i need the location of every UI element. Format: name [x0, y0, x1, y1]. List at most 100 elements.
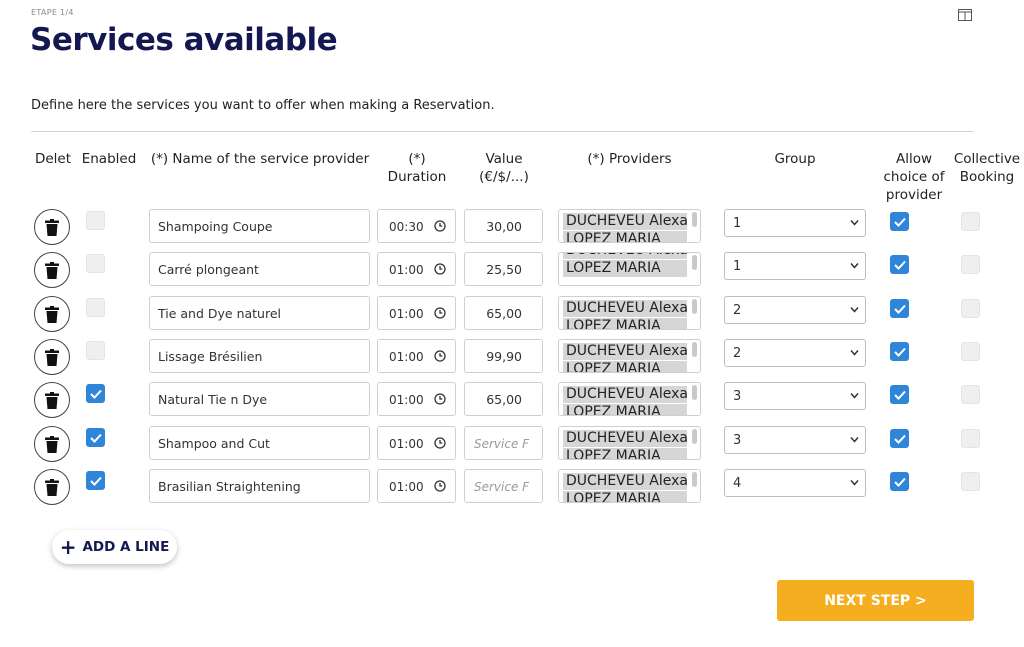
providers-multiselect[interactable]: DUCHEVEU AlexaLOPEZ MARIA: [558, 339, 701, 373]
delete-button[interactable]: [34, 209, 70, 245]
value-input[interactable]: 65,00: [464, 296, 543, 330]
delete-button[interactable]: [34, 382, 70, 418]
enabled-checkbox[interactable]: [86, 211, 105, 230]
providers-scrollbar[interactable]: [692, 429, 697, 444]
providers-scrollbar[interactable]: [692, 472, 697, 487]
provider-option[interactable]: DUCHEVEU Alexa: [563, 430, 687, 447]
duration-input[interactable]: 01:00: [377, 382, 456, 416]
collective-booking-checkbox[interactable]: [961, 342, 980, 361]
provider-option[interactable]: LOPEZ MARIA: [563, 260, 687, 277]
providers-scrollbar[interactable]: [692, 212, 697, 227]
group-select[interactable]: 1: [724, 252, 866, 280]
allow-choice-checkbox[interactable]: [890, 385, 909, 404]
value-input[interactable]: 30,00: [464, 209, 543, 243]
value-input[interactable]: 65,00: [464, 382, 543, 416]
allow-choice-checkbox[interactable]: [890, 342, 909, 361]
collective-booking-checkbox[interactable]: [961, 255, 980, 274]
provider-option[interactable]: LOPEZ MARIA: [563, 448, 687, 459]
group-select[interactable]: 2: [724, 296, 866, 324]
provider-option[interactable]: DUCHEVEU Alexa: [563, 473, 687, 490]
providers-multiselect[interactable]: DUCHEVEU AlexaLOPEZ MARIA: [558, 296, 701, 330]
providers-scrollbar[interactable]: [692, 385, 697, 400]
chevron-down-icon: [850, 263, 859, 269]
value-input[interactable]: Service F: [464, 426, 543, 460]
duration-input[interactable]: 01:00: [377, 469, 456, 503]
enabled-checkbox[interactable]: [86, 254, 105, 273]
check-icon: [893, 477, 906, 487]
collective-booking-checkbox[interactable]: [961, 299, 980, 318]
group-select[interactable]: 4: [724, 469, 866, 497]
divider: [31, 131, 974, 132]
duration-input[interactable]: 01:00: [377, 426, 456, 460]
enabled-checkbox[interactable]: [86, 471, 105, 490]
duration-value: 01:00: [389, 307, 424, 321]
service-name-input[interactable]: Shampoo and Cut: [149, 426, 370, 460]
group-select[interactable]: 1: [724, 209, 866, 237]
duration-input[interactable]: 01:00: [377, 339, 456, 373]
delete-button[interactable]: [34, 252, 70, 288]
enabled-checkbox[interactable]: [86, 428, 105, 447]
allow-choice-checkbox[interactable]: [890, 429, 909, 448]
group-select[interactable]: 3: [724, 426, 866, 454]
col-header-providers: (*) Providers: [587, 151, 672, 167]
provider-option[interactable]: DUCHEVEU Alexa: [563, 253, 687, 259]
provider-option[interactable]: LOPEZ MARIA: [563, 491, 687, 502]
delete-button[interactable]: [34, 426, 70, 462]
enabled-checkbox[interactable]: [86, 298, 105, 317]
service-name-input[interactable]: Lissage Brésilien: [149, 339, 370, 373]
page-title: Services available: [30, 22, 338, 58]
allow-choice-checkbox[interactable]: [890, 472, 909, 491]
providers-multiselect[interactable]: DUCHEVEU AlexaLOPEZ MARIA: [558, 382, 701, 416]
delete-button[interactable]: [34, 469, 70, 505]
next-step-button[interactable]: NEXT STEP >: [777, 580, 974, 621]
providers-multiselect[interactable]: DUCHEVEU AlexaLOPEZ MARIA: [558, 469, 701, 503]
provider-option[interactable]: LOPEZ MARIA: [563, 361, 687, 372]
enabled-checkbox[interactable]: [86, 341, 105, 360]
service-name-input[interactable]: Carré plongeant: [149, 252, 370, 286]
providers-multiselect[interactable]: DUCHEVEU AlexaLOPEZ MARIA: [558, 209, 701, 243]
enabled-checkbox[interactable]: [86, 384, 105, 403]
service-name-input[interactable]: Tie and Dye naturel: [149, 296, 370, 330]
clock-icon: [434, 307, 446, 319]
service-name-input[interactable]: Natural Tie n Dye: [149, 382, 370, 416]
provider-option[interactable]: LOPEZ MARIA: [563, 231, 687, 242]
group-select[interactable]: 3: [724, 382, 866, 410]
allow-choice-checkbox[interactable]: [890, 212, 909, 231]
col-header-allow-choice: Allow choice of provider: [883, 151, 945, 203]
allow-choice-checkbox[interactable]: [890, 255, 909, 274]
providers-multiselect[interactable]: DUCHEVEU AlexaLOPEZ MARIA: [558, 426, 701, 460]
add-line-button[interactable]: + ADD A LINE: [52, 530, 177, 564]
delete-button[interactable]: [34, 339, 70, 375]
clock-icon: [434, 220, 446, 232]
value-input[interactable]: 99,90: [464, 339, 543, 373]
service-name-input[interactable]: Brasilian Straightening: [149, 469, 370, 503]
table-row: Natural Tie n Dye 01:00 65,00 DUCHEVEU A…: [0, 382, 1024, 422]
service-name-input[interactable]: Shampoing Coupe: [149, 209, 370, 243]
allow-choice-checkbox[interactable]: [890, 299, 909, 318]
clock-icon: [434, 393, 446, 405]
collective-booking-checkbox[interactable]: [961, 385, 980, 404]
providers-scrollbar[interactable]: [692, 299, 697, 314]
providers-scrollbar[interactable]: [692, 342, 697, 357]
provider-option[interactable]: DUCHEVEU Alexa: [563, 343, 687, 360]
duration-input[interactable]: 01:00: [377, 252, 456, 286]
value-input[interactable]: 25,50: [464, 252, 543, 286]
provider-option[interactable]: LOPEZ MARIA: [563, 404, 687, 415]
duration-input[interactable]: 00:30: [377, 209, 456, 243]
check-icon: [89, 389, 102, 399]
provider-option[interactable]: LOPEZ MARIA: [563, 318, 687, 329]
duration-value: 01:00: [389, 480, 424, 494]
collective-booking-checkbox[interactable]: [961, 212, 980, 231]
delete-button[interactable]: [34, 296, 70, 332]
value-input[interactable]: Service F: [464, 469, 543, 503]
providers-multiselect[interactable]: DUCHEVEU AlexaLOPEZ MARIA: [558, 252, 701, 286]
duration-input[interactable]: 01:00: [377, 296, 456, 330]
providers-scrollbar[interactable]: [692, 255, 697, 270]
collective-booking-checkbox[interactable]: [961, 429, 980, 448]
group-select[interactable]: 2: [724, 339, 866, 367]
provider-option[interactable]: DUCHEVEU Alexa: [563, 300, 687, 317]
collective-booking-checkbox[interactable]: [961, 472, 980, 491]
layout-toggle-icon[interactable]: [958, 9, 972, 21]
provider-option[interactable]: DUCHEVEU Alexa: [563, 213, 687, 230]
provider-option[interactable]: DUCHEVEU Alexa: [563, 386, 687, 403]
